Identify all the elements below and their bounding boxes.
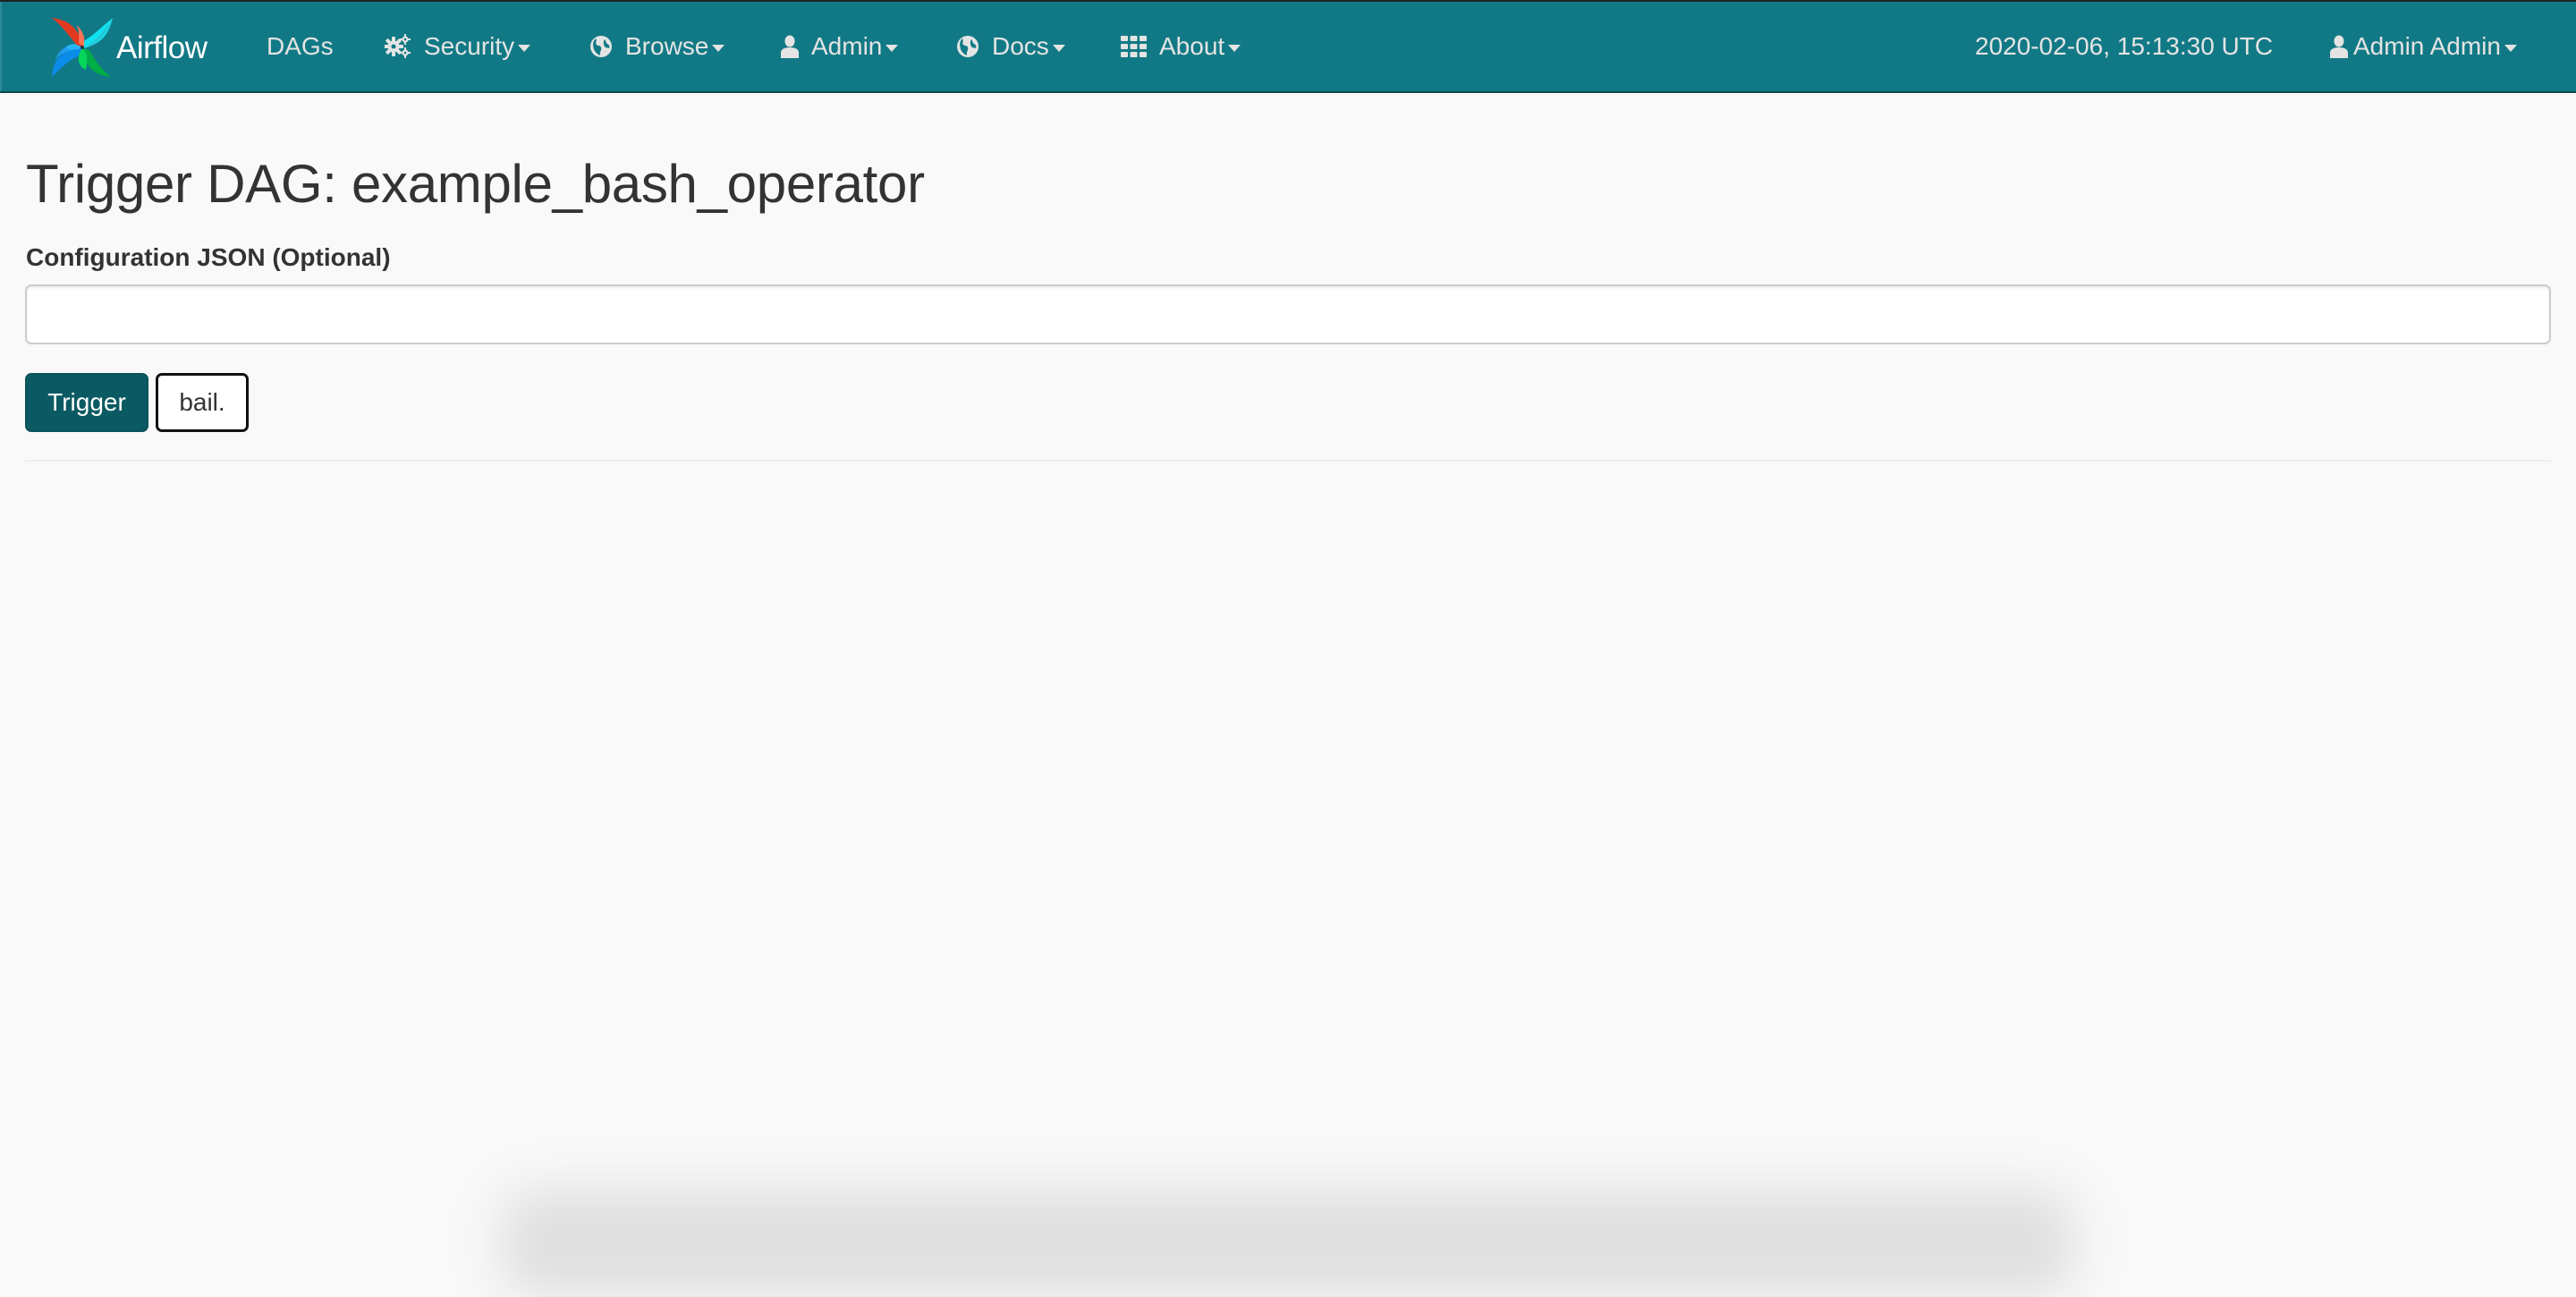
nav-browse-dropdown[interactable]: Browse xyxy=(589,2,725,91)
nav-security-dropdown[interactable]: Security xyxy=(385,2,531,91)
brand-name: Airflow xyxy=(116,30,208,65)
page-title: Trigger DAG: example_bash_operator xyxy=(26,154,925,214)
chevron-down-icon xyxy=(1228,44,1241,52)
content-divider xyxy=(25,460,2551,462)
nav-browse-label: Browse xyxy=(625,32,709,60)
nav-about-dropdown[interactable]: About xyxy=(1121,2,1241,91)
user-icon xyxy=(781,35,799,58)
nav-security-label: Security xyxy=(424,32,515,60)
server-datetime: 2020-02-06, 15:13:30 UTC xyxy=(1975,32,2274,60)
conf-json-input[interactable] xyxy=(25,284,2551,344)
airflow-logo-icon xyxy=(50,16,114,79)
nav-admin-dropdown[interactable]: Admin xyxy=(781,2,899,91)
globe-icon xyxy=(589,35,613,58)
user-menu-label: Admin Admin xyxy=(2353,32,2501,60)
nav-dags-label: DAGs xyxy=(267,32,334,60)
user-icon xyxy=(2330,35,2348,58)
gears-icon xyxy=(385,34,411,59)
top-navbar: Airflow DAGs Security Browse Admin Docs … xyxy=(0,0,2576,93)
navbar-edge xyxy=(0,2,2,91)
bail-button[interactable]: bail. xyxy=(156,373,249,432)
chevron-down-icon xyxy=(886,44,899,52)
nav-docs-dropdown[interactable]: Docs xyxy=(956,2,1065,91)
nav-docs-label: Docs xyxy=(992,32,1049,60)
brand-home-link[interactable]: Airflow xyxy=(50,16,208,79)
nav-dags[interactable]: DAGs xyxy=(267,2,334,91)
nav-admin-label: Admin xyxy=(811,32,883,60)
conf-json-label: Configuration JSON (Optional) xyxy=(26,243,391,271)
floating-element-shadow xyxy=(501,1190,2075,1297)
chevron-down-icon xyxy=(2504,44,2517,52)
user-menu-dropdown[interactable]: Admin Admin xyxy=(2330,2,2517,91)
globe-icon xyxy=(956,35,979,58)
th-grid-icon xyxy=(1121,36,1147,57)
trigger-button[interactable]: Trigger xyxy=(25,373,148,432)
nav-about-label: About xyxy=(1159,32,1225,60)
chevron-down-icon xyxy=(712,44,725,52)
chevron-down-icon xyxy=(518,44,531,52)
chevron-down-icon xyxy=(1052,44,1065,52)
